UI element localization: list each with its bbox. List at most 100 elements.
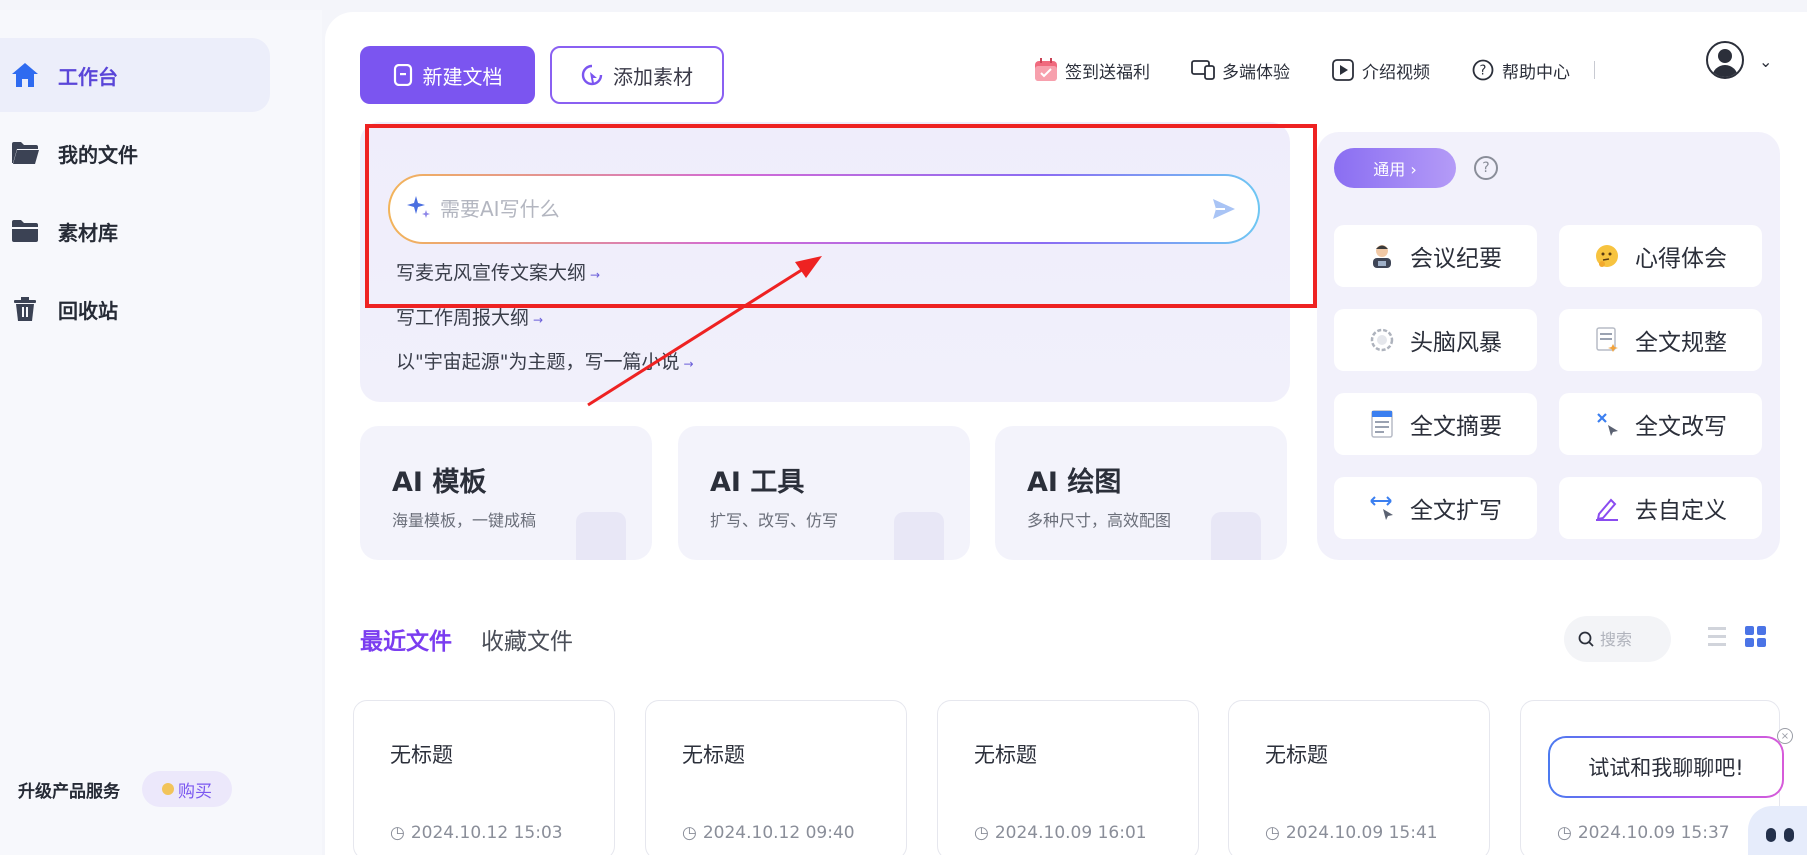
- robot-eye: [1784, 828, 1794, 842]
- ai-template-card[interactable]: AI 模板 海量模板，一键成稿: [360, 426, 652, 560]
- tool-reflection[interactable]: 心得体会: [1559, 225, 1762, 287]
- avatar-body: [1712, 65, 1738, 77]
- tool-rewrite[interactable]: 全文改写: [1559, 393, 1762, 455]
- intro-video-link[interactable]: 介绍视频: [1330, 57, 1430, 83]
- file-search: [1564, 616, 1671, 662]
- file-title: 无标题: [682, 743, 745, 767]
- close-icon[interactable]: ×: [1777, 728, 1793, 744]
- new-document-button[interactable]: 新建文档: [360, 46, 535, 104]
- list-view-icon[interactable]: [1708, 626, 1726, 652]
- card-title: AI 模板: [392, 467, 487, 498]
- tools-deco-icon: [894, 512, 944, 560]
- thinking-face-icon: [1593, 242, 1621, 270]
- tool-label: 心得体会: [1635, 246, 1727, 272]
- trash-icon: [10, 294, 40, 324]
- add-material-button[interactable]: 添加素材: [550, 46, 724, 104]
- tool-label: 全文规整: [1635, 330, 1727, 356]
- ai-write-panel: 写麦克风宣传文案大纲→ 写工作周报大纲→ 以"宇宙起源"为主题，写一篇小说→: [360, 122, 1290, 402]
- sidebar-item-label: 工作台: [58, 64, 118, 89]
- add-material-label: 添加素材: [613, 64, 693, 89]
- sidebar-item-materials[interactable]: 素材库: [0, 194, 270, 268]
- file-time-text: 2024.10.09 16:01: [994, 823, 1147, 843]
- assistant-robot-icon[interactable]: [1748, 806, 1807, 855]
- chat-prompt-text: 试试和我聊聊吧!: [1550, 738, 1782, 796]
- arrow-right-icon: →: [683, 357, 694, 371]
- sidebar-item-label: 素材库: [58, 220, 118, 245]
- ai-input-container: [390, 176, 1258, 242]
- buy-label: 购买: [178, 781, 212, 802]
- sidebar-item-workbench[interactable]: 工作台: [0, 38, 270, 112]
- send-icon[interactable]: [1204, 189, 1244, 229]
- add-material-icon: [581, 64, 603, 86]
- help-icon: ?: [1470, 57, 1496, 83]
- category-general-button[interactable]: 通用 ›: [1334, 148, 1456, 188]
- clock-icon: ◷: [682, 823, 697, 843]
- file-time: ◷ 2024.10.09 15:37: [1557, 823, 1730, 843]
- checkin-rewards-link[interactable]: 签到送福利: [1033, 57, 1150, 83]
- checkin-label: 签到送福利: [1065, 62, 1150, 83]
- tool-brainstorm[interactable]: 头脑风暴: [1334, 309, 1537, 371]
- chat-prompt-bubble[interactable]: 试试和我聊聊吧!: [1548, 736, 1784, 798]
- tool-expand[interactable]: 全文扩写: [1334, 477, 1537, 539]
- drawing-deco-icon: [1211, 512, 1261, 560]
- file-card[interactable]: 无标题 ◷ 2024.10.09 15:41: [1228, 700, 1490, 855]
- ai-prompt-input[interactable]: [440, 189, 1204, 229]
- chevron-down-icon[interactable]: ⌄: [1759, 52, 1772, 71]
- help-icon[interactable]: ?: [1474, 156, 1498, 180]
- tool-format-full-text[interactable]: 全文规整: [1559, 309, 1762, 371]
- tab-recent-files[interactable]: 最近文件: [360, 622, 452, 658]
- folder-icon: [10, 216, 40, 246]
- search-icon: [1578, 631, 1594, 647]
- devices-icon: [1190, 57, 1216, 83]
- buy-button[interactable]: 购买: [142, 771, 232, 807]
- ai-input-border: [388, 174, 1260, 244]
- top-actions: 签到送福利 多端体验 介绍视频 ? 帮助中心: [1033, 50, 1595, 90]
- tool-label: 去自定义: [1635, 498, 1727, 524]
- play-icon: [1330, 57, 1356, 83]
- file-time-text: 2024.10.09 15:41: [1285, 823, 1438, 843]
- file-time-text: 2024.10.12 15:03: [410, 823, 563, 843]
- suggestion-text: 写麦克风宣传文案大纲: [396, 262, 587, 284]
- ai-drawing-card[interactable]: AI 绘图 多种尺寸，高效配图: [995, 426, 1287, 560]
- tab-favorite-files[interactable]: 收藏文件: [481, 622, 573, 656]
- sidebar: 工作台 我的文件 素材库 回收站 升级产品服务 购买: [0, 10, 322, 855]
- file-title: 无标题: [1265, 743, 1328, 767]
- format-doc-icon: [1593, 326, 1621, 354]
- summary-doc-icon: [1368, 410, 1396, 438]
- file-card[interactable]: 无标题 ◷ 2024.10.12 09:40: [645, 700, 907, 855]
- help-center-label: 帮助中心: [1502, 62, 1570, 83]
- file-title: 无标题: [390, 743, 453, 767]
- user-avatar[interactable]: [1706, 41, 1744, 79]
- file-time-text: 2024.10.12 09:40: [702, 823, 855, 843]
- suggestion-item[interactable]: 写麦克风宣传文案大纲 →: [396, 258, 600, 285]
- ai-tools-card[interactable]: AI 工具 扩写、改写、仿写: [678, 426, 970, 560]
- suggestion-item[interactable]: 以"宇宙起源"为主题，写一篇小说 →: [396, 347, 694, 374]
- arrow-right-icon: →: [590, 268, 601, 282]
- sparkle-icon: [406, 194, 432, 224]
- meeting-icon: [1368, 242, 1396, 270]
- template-deco-icon: [576, 512, 626, 560]
- expand-icon: [1368, 494, 1396, 522]
- new-document-label: 新建文档: [422, 64, 503, 89]
- file-time: ◷ 2024.10.12 09:40: [682, 823, 855, 843]
- suggestion-item[interactable]: 写工作周报大纲 →: [396, 303, 543, 330]
- help-center-link[interactable]: ? 帮助中心: [1470, 57, 1570, 83]
- sidebar-item-trash[interactable]: 回收站: [0, 272, 270, 346]
- sidebar-item-my-files[interactable]: 我的文件: [0, 116, 270, 190]
- svg-text:?: ?: [1480, 64, 1487, 79]
- rewrite-icon: [1593, 410, 1621, 438]
- coin-icon: [162, 783, 174, 795]
- tool-meeting-minutes[interactable]: 会议纪要: [1334, 225, 1537, 287]
- pencil-icon: [1593, 494, 1621, 522]
- folder-open-icon: [10, 138, 40, 168]
- search-input[interactable]: [1600, 629, 1660, 649]
- file-time: ◷ 2024.10.09 15:41: [1265, 823, 1438, 843]
- tool-summary[interactable]: 全文摘要: [1334, 393, 1537, 455]
- file-time: ◷ 2024.10.12 15:03: [390, 823, 563, 843]
- multi-device-link[interactable]: 多端体验: [1190, 57, 1290, 83]
- document-icon: [393, 64, 412, 86]
- file-card[interactable]: 无标题 ◷ 2024.10.12 15:03: [353, 700, 615, 855]
- grid-view-icon[interactable]: [1745, 626, 1767, 652]
- tool-custom[interactable]: 去自定义: [1559, 477, 1762, 539]
- file-card[interactable]: 无标题 ◷ 2024.10.09 16:01: [937, 700, 1199, 855]
